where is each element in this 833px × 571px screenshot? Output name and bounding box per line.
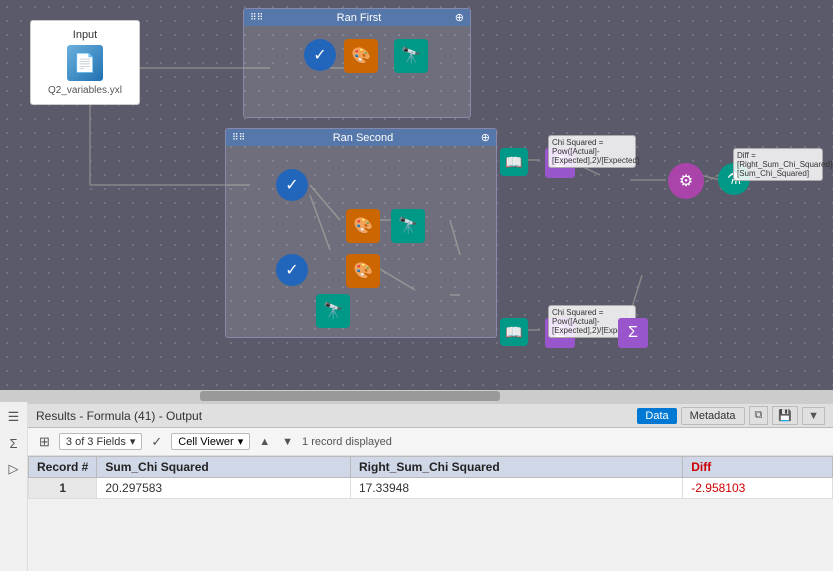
data-button[interactable]: Data	[637, 408, 676, 424]
canvas-scroll-thumb[interactable]	[200, 391, 500, 401]
record-count: 1 record displayed	[302, 436, 392, 448]
book-node-1[interactable]: 📖	[500, 148, 528, 176]
workflow-box-ran-second: ⠿⠿ Ran Second ⊕ ✓ 🎨 🔭 ✓ 🎨 🔭	[225, 128, 497, 338]
art-node-2b[interactable]: 🎨	[346, 254, 380, 288]
results-controls-right: Data Metadata ⧉ 💾 ▼	[637, 406, 825, 425]
art-node-1[interactable]: 🎨	[344, 39, 378, 73]
results-content: Results - Formula (41) - Output Data Met…	[28, 404, 833, 499]
book-node-2[interactable]: 📖	[500, 318, 528, 346]
copy-button[interactable]: ⧉	[749, 406, 769, 425]
col-header-right-sum-chi[interactable]: Right_Sum_Chi Squared	[350, 457, 682, 478]
canvas-area: Input 📄 Q2_variables.yxl ⠿⠿ Ran First ⊕ …	[0, 0, 833, 390]
workflow-box-header-1: ⠿⠿ Ran First ⊕	[244, 9, 470, 26]
left-icons-panel: ☰ Σ ▷	[0, 402, 28, 571]
data-table-body: 120.29758317.33948-2.958103	[29, 478, 833, 499]
save-button[interactable]: 💾	[772, 406, 798, 425]
workflow-box-header-2: ⠿⠿ Ran Second ⊕	[226, 129, 496, 146]
drag-icon-2: ⠿⠿	[232, 132, 245, 143]
row-cell: -2.958103	[683, 478, 833, 499]
row-cell: 17.33948	[350, 478, 682, 499]
sort-up-btn[interactable]: ▲	[256, 435, 273, 449]
fields-count: 3 of 3 Fields	[66, 436, 126, 448]
col-header-diff[interactable]: Diff	[683, 457, 833, 478]
collapse-icon-2[interactable]: ⊕	[481, 131, 490, 144]
input-node-icon: 📄	[67, 45, 103, 81]
data-table-wrapper: Record # Sum_Chi Squared Right_Sum_Chi S…	[28, 456, 833, 499]
workflow-box-title-2: Ran Second	[333, 132, 394, 144]
metadata-button[interactable]: Metadata	[681, 407, 745, 425]
grid-icon-btn[interactable]: ⊞	[36, 433, 53, 451]
table-row: 120.29758317.33948-2.958103	[29, 478, 833, 499]
check-filter-btn[interactable]: ✓	[148, 433, 165, 451]
results-toolbar: ⊞ 3 of 3 Fields ▾ ✓ Cell Viewer ▾ ▲ ▼ 1 …	[28, 428, 833, 456]
binoculars-node-2a[interactable]: 🔭	[391, 209, 425, 243]
fields-badge: 3 of 3 Fields ▾	[59, 433, 142, 450]
left-icon-menu[interactable]: ☰	[3, 406, 25, 428]
workflow-box-ran-first: ⠿⠿ Ran First ⊕ ✓ 🎨 🔭	[243, 8, 471, 118]
results-header: Results - Formula (41) - Output Data Met…	[28, 404, 833, 428]
row-cell: 20.297583	[97, 478, 351, 499]
check-node-2a[interactable]: ✓	[276, 169, 308, 201]
input-node[interactable]: Input 📄 Q2_variables.yxl	[30, 20, 140, 105]
drag-icon-1: ⠿⠿	[250, 12, 263, 23]
results-title: Results - Formula (41) - Output	[36, 409, 202, 423]
art-node-2[interactable]: 🎨	[346, 209, 380, 243]
formula-label-1: Chi Squared = Pow([Actual]-[Expected],2)…	[548, 135, 636, 168]
collapse-results-button[interactable]: ▼	[802, 407, 825, 425]
data-table: Record # Sum_Chi Squared Right_Sum_Chi S…	[28, 456, 833, 499]
sigma-node-3[interactable]: Σ	[618, 318, 648, 348]
input-node-title: Input	[39, 29, 131, 41]
col-header-sum-chi[interactable]: Sum_Chi Squared	[97, 457, 351, 478]
left-icon-sigma[interactable]: Σ	[3, 432, 25, 454]
binoculars-node-2b[interactable]: 🔭	[316, 294, 350, 328]
binoculars-node-1[interactable]: 🔭	[394, 39, 428, 73]
results-panel: ☰ Σ ▷ Results - Formula (41) - Output Da…	[0, 402, 833, 571]
sort-down-btn[interactable]: ▼	[279, 435, 296, 449]
collapse-icon-1[interactable]: ⊕	[455, 11, 464, 24]
canvas-scrollbar[interactable]	[0, 390, 833, 402]
cell-viewer-chevron-icon: ▾	[238, 435, 244, 448]
check-node-2b[interactable]: ✓	[276, 254, 308, 286]
workflow-box-title-1: Ran First	[337, 12, 382, 24]
join-node[interactable]: ⚙	[668, 163, 704, 199]
row-record-num: 1	[29, 478, 97, 499]
left-icon-play[interactable]: ▷	[3, 458, 25, 480]
input-node-filename: Q2_variables.yxl	[39, 85, 131, 96]
cell-viewer-label: Cell Viewer	[178, 436, 233, 448]
formula-label-diff: Diff = [Right_Sum_Chi_Squared]-[Sum_Chi_…	[733, 148, 823, 181]
fields-chevron-icon: ▾	[130, 435, 136, 448]
col-header-record: Record #	[29, 457, 97, 478]
check-node-1[interactable]: ✓	[304, 39, 336, 71]
cell-viewer-dropdown[interactable]: Cell Viewer ▾	[171, 433, 250, 450]
